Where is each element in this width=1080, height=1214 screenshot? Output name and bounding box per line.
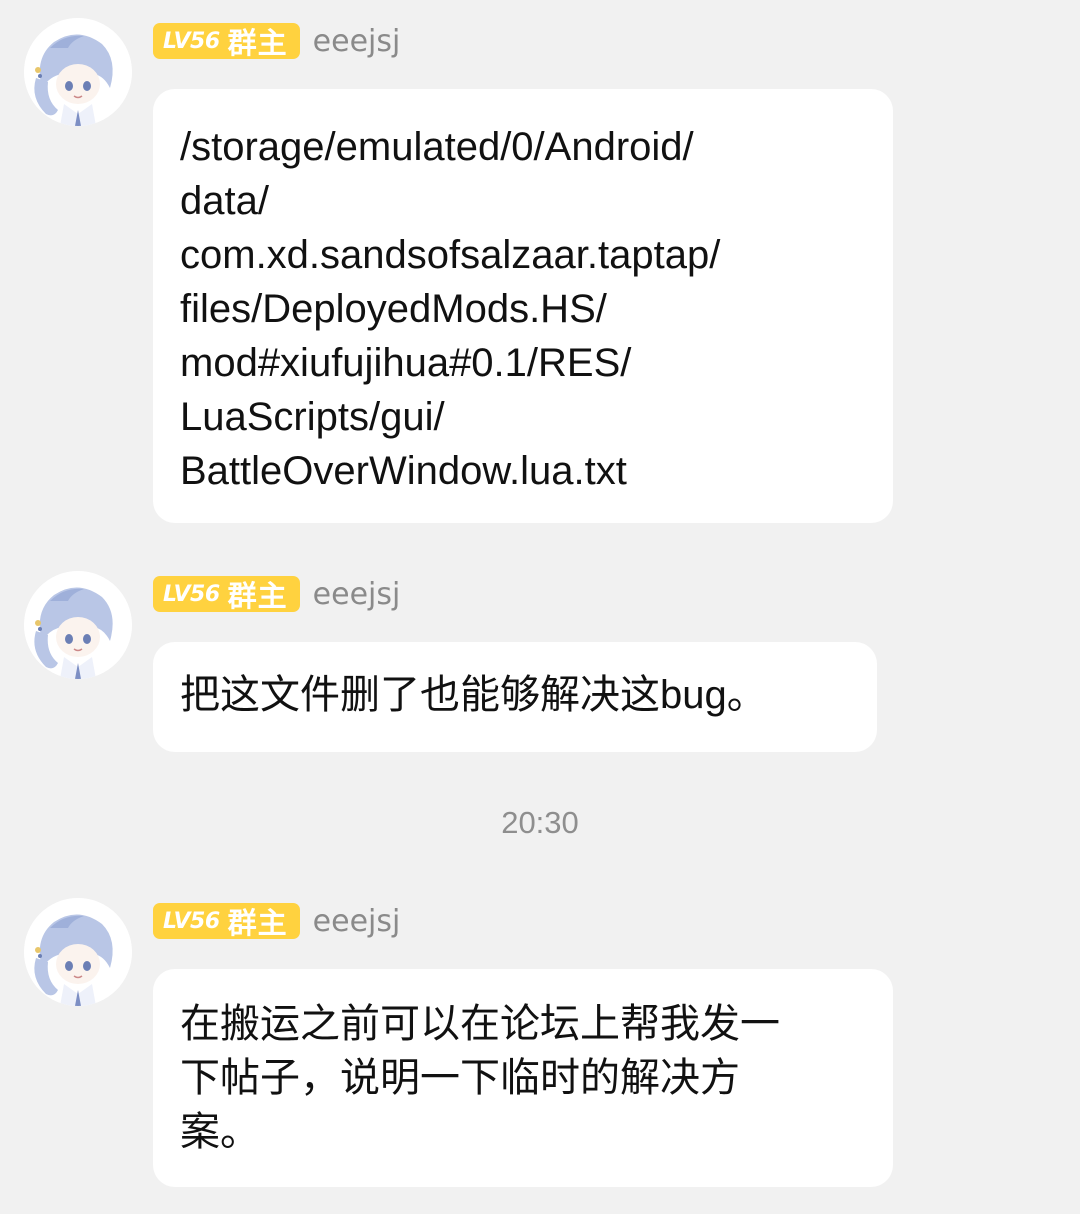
role-label: 群主 <box>227 906 288 940</box>
anime-avatar-icon <box>24 571 132 679</box>
sender-info: LV56 群主 eeejsj <box>153 901 400 941</box>
role-label: 群主 <box>227 579 288 613</box>
avatar[interactable] <box>24 18 132 126</box>
message-bubble[interactable]: 在搬运之前可以在论坛上帮我发一 下帖子，说明一下临时的解决方 案。 <box>153 969 893 1187</box>
message-line: data/ <box>180 179 269 223</box>
sender-info: LV56 群主 eeejsj <box>153 574 400 614</box>
avatar[interactable] <box>24 898 132 1006</box>
role-label: 群主 <box>227 26 288 60</box>
message-line: 案。 <box>180 1110 260 1154</box>
username[interactable]: eeejsj <box>313 24 401 59</box>
message-line: 在搬运之前可以在论坛上帮我发一 <box>180 1002 780 1046</box>
message-line: LuaScripts/gui/ <box>180 395 445 439</box>
timestamp: 20:30 <box>501 805 579 840</box>
message-line: /storage/emulated/0/Android/ <box>180 125 694 169</box>
avatar[interactable] <box>24 571 132 679</box>
message-line: files/DeployedMods.HS/ <box>180 287 607 331</box>
sender-info: LV56 群主 eeejsj <box>153 21 400 61</box>
message-line: mod#xiufujihua#0.1/RES/ <box>180 341 632 385</box>
level-label: LV56 <box>163 908 220 934</box>
anime-avatar-icon <box>24 898 132 1006</box>
chat-view: LV56 群主 eeejsj /storage/emulated/0/Andro… <box>0 0 1080 1214</box>
anime-avatar-icon <box>24 18 132 126</box>
message-bubble[interactable]: 把这文件删了也能够解决这bug。 <box>153 642 877 752</box>
message-line: BattleOverWindow.lua.txt <box>180 449 627 493</box>
message-line: com.xd.sandsofsalzaar.taptap/ <box>180 233 721 277</box>
username[interactable]: eeejsj <box>313 904 401 939</box>
username[interactable]: eeejsj <box>313 577 401 612</box>
level-badge: LV56 群主 <box>153 903 300 940</box>
message-line: 把这文件删了也能够解决这bug。 <box>180 673 767 717</box>
level-badge: LV56 群主 <box>153 576 300 613</box>
message-bubble[interactable]: /storage/emulated/0/Android/ data/ com.x… <box>153 89 893 523</box>
level-label: LV56 <box>163 28 220 54</box>
level-label: LV56 <box>163 581 220 607</box>
level-badge: LV56 群主 <box>153 23 300 60</box>
message-line: 下帖子，说明一下临时的解决方 <box>180 1056 740 1100</box>
